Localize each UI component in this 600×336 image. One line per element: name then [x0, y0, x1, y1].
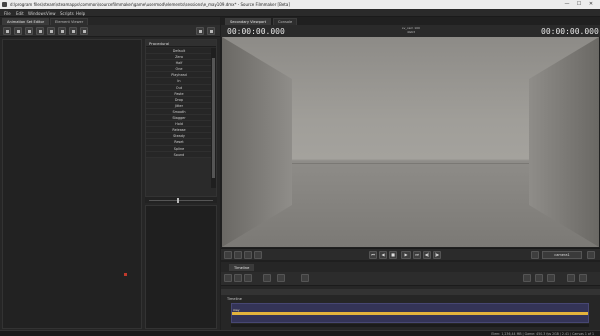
- gear-icon[interactable]: [207, 27, 215, 35]
- rotate-tool-icon[interactable]: [244, 251, 252, 259]
- add-track-icon[interactable]: [263, 274, 271, 282]
- motion-editor-icon[interactable]: [234, 274, 242, 282]
- presets-scroll-thumb[interactable]: [212, 58, 215, 178]
- timecode-left: 00:00:00.000: [227, 27, 285, 36]
- expand-icon[interactable]: [579, 274, 587, 282]
- remove-track-icon[interactable]: [277, 274, 285, 282]
- animation-set-toolbar: [0, 25, 220, 37]
- play-button[interactable]: ▶: [401, 251, 411, 259]
- minimize-button[interactable]: —: [562, 1, 572, 8]
- clip-shot-band[interactable]: [232, 312, 588, 315]
- animation-set-tree[interactable]: [2, 39, 142, 329]
- preset-slider-track: [149, 199, 213, 201]
- group-icon[interactable]: [25, 27, 33, 35]
- viewport-info: sv_cam 100 4GK3: [371, 26, 451, 34]
- marker-dot: [124, 273, 127, 276]
- film-clip[interactable]: may: [231, 303, 589, 323]
- layers-icon[interactable]: [36, 27, 44, 35]
- presets-panel: Procedural Default Zero Half One Playhead In O…: [145, 39, 217, 197]
- slider-list-panel[interactable]: [145, 205, 217, 329]
- timeline-toolbar: [221, 272, 600, 286]
- pointer-tool-icon[interactable]: [224, 251, 232, 259]
- clip-editor-icon[interactable]: [224, 274, 232, 282]
- close-button[interactable]: ✕: [586, 1, 596, 8]
- step-back-button[interactable]: ◀: [379, 251, 387, 259]
- tab-timeline[interactable]: Timeline: [229, 264, 255, 271]
- preset-list: Default Zero Half One Playhead In Out Paste Drop…: [146, 48, 212, 158]
- maximize-button[interactable]: ☐: [574, 1, 584, 8]
- stop-button[interactable]: ■: [389, 251, 397, 259]
- next-frame-button[interactable]: |▶: [433, 251, 441, 259]
- menu-view[interactable]: View: [46, 11, 56, 16]
- prev-frame-button[interactable]: ◀|: [423, 251, 431, 259]
- tab-animation-set-editor[interactable]: Animation Set Editor: [2, 18, 50, 25]
- camera-icon[interactable]: [80, 27, 88, 35]
- link-icon[interactable]: [58, 27, 66, 35]
- playback-controls: ⏮ ◀ ■ ▶ ⏭ ◀| |▶ camera1: [221, 248, 600, 260]
- menu-scripts[interactable]: Scripts: [60, 11, 74, 16]
- 3d-viewport[interactable]: [222, 37, 599, 247]
- timeline-ruler[interactable]: [221, 289, 600, 295]
- timeline-track-label: Timeline: [227, 297, 242, 301]
- tab-element-viewer[interactable]: Element Viewer: [50, 18, 89, 25]
- window-title: d:\program files\steam\steamapps\common\…: [10, 2, 290, 7]
- menu-edit[interactable]: Edit: [16, 11, 24, 16]
- speaker-icon[interactable]: [567, 274, 575, 282]
- presets-scrollbar[interactable]: [211, 48, 216, 188]
- menu-windows[interactable]: Windows: [28, 11, 46, 16]
- timeline-scrollbar[interactable]: [231, 324, 589, 327]
- title-bar: d:\program files\steam\steamapps\common\…: [0, 0, 600, 9]
- menu-help[interactable]: Help: [76, 11, 85, 16]
- viewport-menu-icon[interactable]: [587, 251, 595, 259]
- camera-toggle-icon[interactable]: [531, 251, 539, 259]
- menu-file[interactable]: File: [4, 11, 11, 16]
- list-icon[interactable]: [47, 27, 55, 35]
- folder-icon[interactable]: [14, 27, 22, 35]
- presets-header: Procedural: [146, 40, 216, 47]
- split-icon[interactable]: [301, 274, 309, 282]
- record-icon[interactable]: [254, 251, 262, 259]
- menu-bar: File Edit Windows View Scripts Help: [0, 9, 600, 17]
- room-floor-edge: [292, 163, 529, 164]
- graph-editor-icon[interactable]: [244, 274, 252, 282]
- room-wall-right: [529, 37, 599, 247]
- add-icon[interactable]: [3, 27, 11, 35]
- preset-slider-knob[interactable]: [177, 197, 179, 203]
- preset-slider[interactable]: [145, 197, 217, 203]
- camera-select[interactable]: camera1: [542, 251, 582, 259]
- viewport-header: 00:00:00.000 sv_cam 100 4GK3 00:00:00.00…: [221, 25, 600, 37]
- timeline-panel: Timeline Timeline may: [221, 262, 600, 330]
- skip-end-button[interactable]: ⏭: [413, 251, 421, 259]
- animation-set-editor-panel: Animation Set Editor Element Viewer Proc…: [0, 17, 220, 330]
- skip-start-button[interactable]: ⏮: [369, 251, 377, 259]
- viewport-info-line2: 4GK3: [406, 30, 416, 34]
- wand-icon[interactable]: [69, 27, 77, 35]
- move-tool-icon[interactable]: [234, 251, 242, 259]
- status-bar: Elem: 1,236,44 MB | Game: 450.3 fps 2GB …: [0, 330, 600, 336]
- app-icon: [2, 2, 7, 7]
- lock-icon[interactable]: [547, 274, 555, 282]
- tab-console[interactable]: Console: [273, 18, 298, 25]
- status-text: Elem: 1,236,44 MB | Game: 450.3 fps 2GB …: [491, 331, 594, 336]
- timecode-right: 00:00:00.000: [541, 27, 599, 36]
- magnet-icon[interactable]: [523, 274, 531, 282]
- tab-secondary-viewport[interactable]: Secondary Viewport: [225, 18, 272, 25]
- room-wall-left: [222, 37, 292, 247]
- preset-item[interactable]: Sound: [146, 151, 212, 158]
- pin-icon[interactable]: [196, 27, 204, 35]
- loop-icon[interactable]: [535, 274, 543, 282]
